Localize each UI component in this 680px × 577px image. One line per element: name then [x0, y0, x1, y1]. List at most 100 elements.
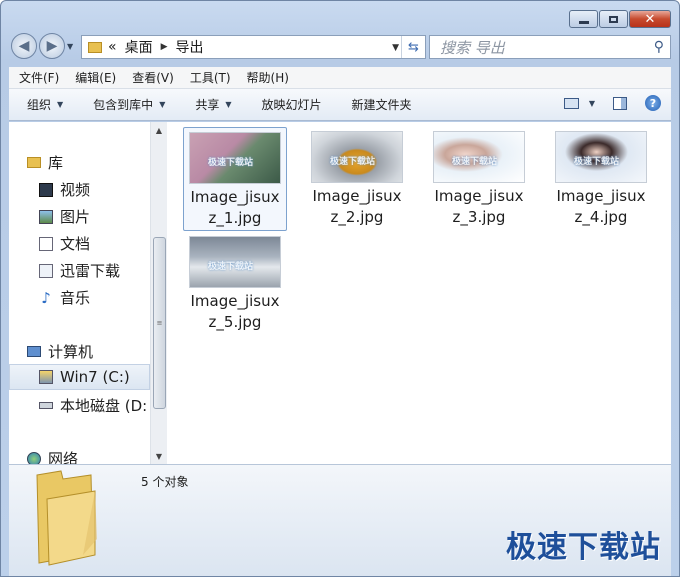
scroll-down-icon[interactable]: ▼	[151, 448, 167, 464]
refresh-icon: ⇆	[408, 39, 419, 55]
minimize-icon	[578, 20, 589, 24]
view-dropdown-icon[interactable]: ▼	[589, 99, 595, 108]
file-name: Image_jisux z_4.jpg	[556, 187, 646, 226]
nav-local-disk[interactable]: 本地磁盘 (D:	[39, 395, 147, 416]
menu-help[interactable]: 帮助(H)	[247, 69, 289, 86]
music-icon: ♪	[41, 288, 51, 307]
image-thumbnail: 极速下载站	[189, 236, 281, 288]
download-folder-icon	[39, 263, 53, 278]
menu-edit[interactable]: 编辑(E)	[75, 69, 116, 86]
recent-pages-dropdown[interactable]: ▼	[67, 42, 73, 51]
slideshow-label: 放映幻灯片	[261, 98, 322, 112]
file-item[interactable]: 极速下载站 Image_jisux z_5.jpg	[183, 232, 287, 336]
watermark: 极速下载站	[330, 157, 376, 167]
chevron-down-icon: ▼	[57, 100, 64, 109]
menu-view[interactable]: 查看(V)	[132, 69, 174, 86]
nav-documents-label: 文档	[60, 235, 91, 253]
address-dropdown-icon[interactable]: ▼	[392, 43, 399, 53]
command-bar: 组织 ▼ 包含到库中 ▼ 共享 ▼ 放映幻灯片 新建文件夹 ▼ ?	[9, 89, 671, 121]
preview-pane-icon[interactable]	[613, 96, 627, 110]
watermark: 极速下载站	[208, 262, 254, 272]
menu-file[interactable]: 文件(F)	[19, 69, 59, 86]
nav-network[interactable]: 网络	[27, 448, 78, 464]
refresh-button[interactable]: ⇆	[401, 36, 425, 58]
back-button[interactable]: ◀	[11, 33, 37, 59]
include-in-library-button[interactable]: 包含到库中 ▼	[93, 96, 165, 113]
nav-videos[interactable]: 视频	[39, 179, 90, 200]
file-list: 极速下载站 Image_jisux z_1.jpg 极速下载站 Image_jis…	[169, 122, 671, 464]
nav-libraries[interactable]: 库	[27, 152, 63, 173]
maximize-icon	[609, 15, 618, 23]
system-drive-icon	[39, 370, 53, 384]
close-icon: ✕	[644, 11, 656, 27]
nav-xunlei-label: 迅雷下载	[60, 262, 121, 280]
new-folder-button[interactable]: 新建文件夹	[352, 96, 412, 113]
new-folder-label: 新建文件夹	[351, 98, 412, 112]
slideshow-button[interactable]: 放映幻灯片	[262, 96, 322, 113]
details-pane: 5 个对象 极速下载站	[9, 464, 671, 576]
file-name: Image_jisux z_3.jpg	[434, 187, 524, 226]
organize-label: 组织	[27, 98, 52, 112]
content-area: 库 视频 图片 文档 迅雷下载 ♪ 音乐 计算机 Win7 (C:) 本地磁盘 (…	[9, 122, 671, 464]
image-thumbnail: 极速下载站	[555, 131, 647, 183]
search-icon[interactable]: ⚲	[654, 39, 664, 55]
minimize-button[interactable]	[569, 10, 598, 28]
breadcrumb-export[interactable]: 导出	[176, 37, 204, 57]
scroll-up-icon[interactable]: ▲	[151, 122, 167, 138]
caption-buttons: ✕	[568, 10, 671, 28]
nav-music[interactable]: ♪ 音乐	[39, 287, 90, 308]
share-label: 共享	[195, 98, 220, 112]
nav-computer-label: 计算机	[48, 343, 94, 361]
nav-xunlei[interactable]: 迅雷下载	[39, 260, 120, 281]
image-thumbnail: 极速下载站	[189, 132, 281, 184]
watermark: 极速下载站	[208, 158, 254, 168]
maximize-button[interactable]	[599, 10, 628, 28]
file-item[interactable]: 极速下载站 Image_jisux z_1.jpg	[183, 127, 287, 231]
forward-arrow-icon: ▶	[46, 38, 58, 54]
share-button[interactable]: 共享 ▼	[195, 96, 231, 113]
organize-button[interactable]: 组织 ▼	[27, 96, 63, 113]
brand-watermark: 极速下载站	[506, 530, 661, 565]
scroll-thumb[interactable]: ≡	[153, 237, 166, 409]
nav-videos-label: 视频	[60, 181, 91, 199]
chevron-down-icon: ▼	[159, 100, 166, 109]
nav-local-disk-label: 本地磁盘 (D:	[60, 397, 148, 415]
nav-pictures-label: 图片	[60, 208, 91, 226]
breadcrumb-separator-icon[interactable]: ▶	[161, 42, 168, 52]
address-prefix[interactable]: «	[108, 39, 117, 55]
file-name: Image_jisux z_5.jpg	[190, 292, 280, 331]
network-icon	[27, 451, 41, 464]
file-name: Image_jisux z_1.jpg	[190, 188, 280, 227]
address-bar[interactable]: « 桌面 ▶ 导出 ▼ ⇆	[81, 35, 426, 59]
help-icon[interactable]: ?	[645, 95, 661, 111]
file-item[interactable]: 极速下载站 Image_jisux z_3.jpg	[427, 127, 531, 231]
breadcrumb-desktop[interactable]: 桌面	[125, 37, 153, 57]
nav-documents[interactable]: 文档	[39, 233, 90, 254]
picture-icon	[39, 209, 53, 224]
watermark: 极速下载站	[574, 157, 620, 167]
nav-win7-drive[interactable]: Win7 (C:)	[9, 364, 150, 390]
toolbar-right: ▼ ?	[546, 95, 661, 111]
back-arrow-icon: ◀	[18, 38, 30, 54]
change-view-icon[interactable]	[563, 97, 579, 109]
drive-icon	[39, 402, 53, 409]
file-item[interactable]: 极速下载站 Image_jisux z_2.jpg	[305, 127, 409, 231]
forward-button[interactable]: ▶	[39, 33, 65, 59]
menu-bar: 文件(F) 编辑(E) 查看(V) 工具(T) 帮助(H)	[9, 67, 671, 89]
search-box[interactable]: 搜索 导出 ⚲	[429, 35, 671, 59]
image-thumbnail: 极速下载站	[433, 131, 525, 183]
close-button[interactable]: ✕	[629, 10, 671, 28]
nav-scrollbar[interactable]: ▲ ≡ ▼	[150, 122, 167, 464]
nav-network-label: 网络	[48, 450, 79, 464]
image-thumbnail: 极速下载站	[311, 131, 403, 183]
menu-tools[interactable]: 工具(T)	[190, 69, 231, 86]
nav-computer[interactable]: 计算机	[27, 341, 93, 362]
video-icon	[39, 182, 53, 197]
watermark: 极速下载站	[452, 157, 498, 167]
navigation-pane: 库 视频 图片 文档 迅雷下载 ♪ 音乐 计算机 Win7 (C:) 本地磁盘 (…	[9, 122, 157, 464]
computer-icon	[27, 346, 41, 357]
file-item[interactable]: 极速下载站 Image_jisux z_4.jpg	[549, 127, 653, 231]
nav-pictures[interactable]: 图片	[39, 206, 90, 227]
include-library-label: 包含到库中	[93, 98, 154, 112]
library-icon	[27, 157, 41, 168]
